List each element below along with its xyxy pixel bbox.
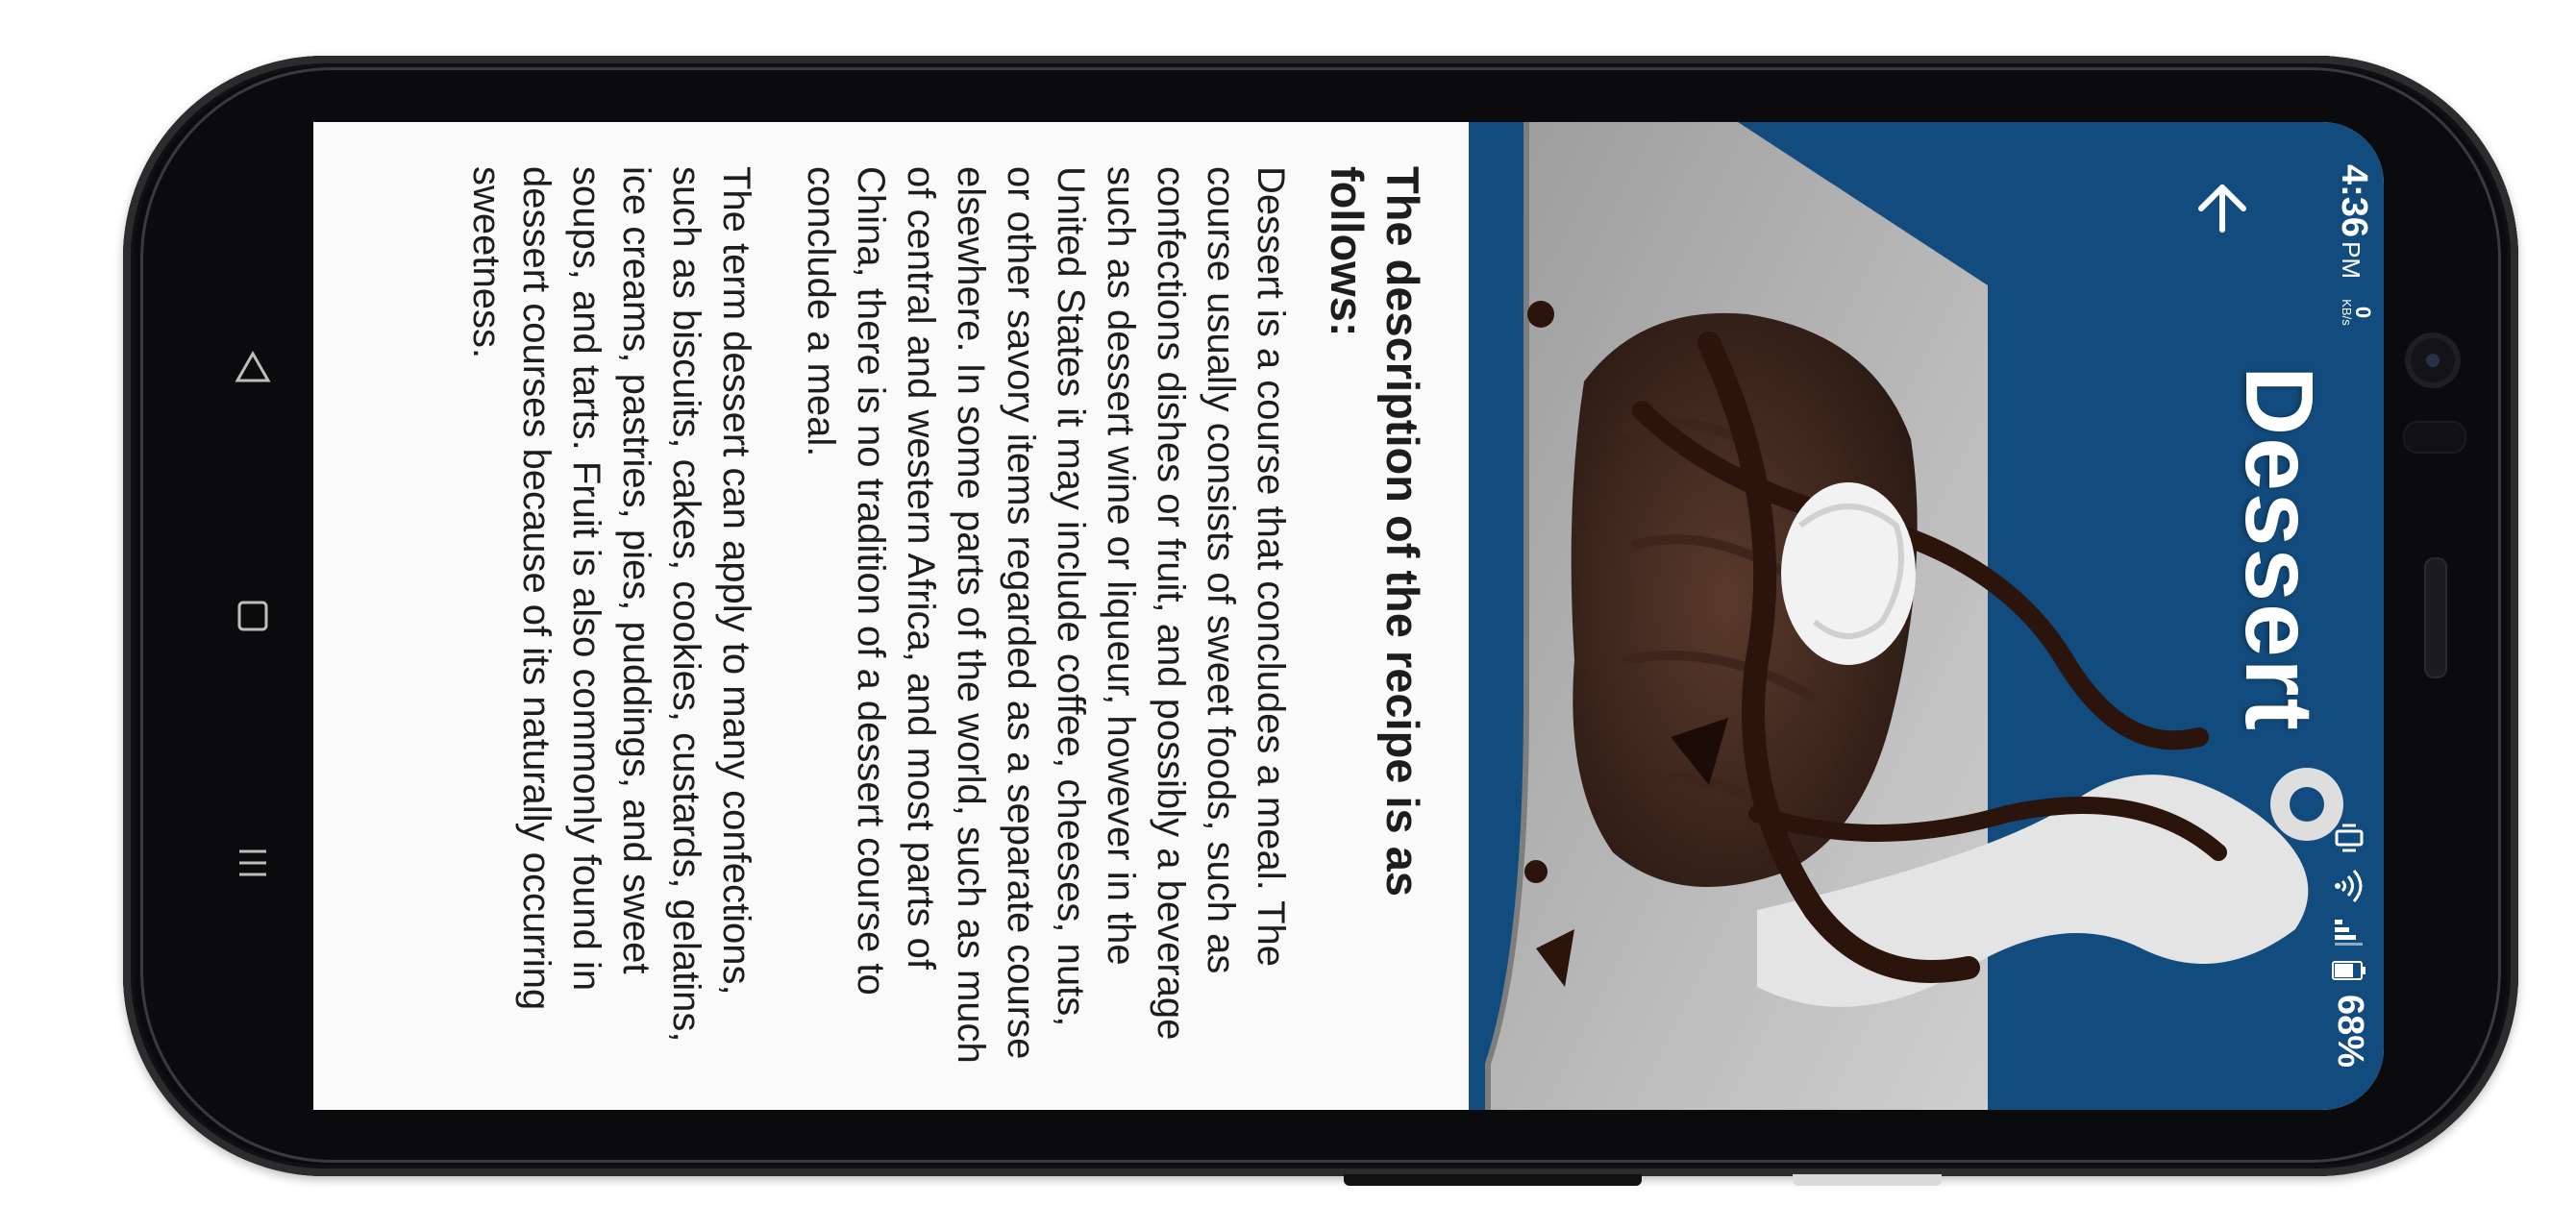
description-paragraph: The term dessert can apply to many confe…	[465, 166, 757, 1043]
power-button	[1793, 1174, 1942, 1186]
description-panel[interactable]: The description of the recipe is as foll…	[313, 122, 1469, 1110]
status-net-unit: KB/s	[2340, 299, 2354, 326]
front-camera	[2405, 332, 2461, 388]
description-heading: The description of the recipe is as foll…	[1322, 166, 1428, 898]
home-icon	[237, 601, 268, 631]
wifi-icon	[2335, 869, 2363, 902]
nav-home-button[interactable]	[224, 587, 282, 645]
vibrate-icon	[2336, 824, 2364, 852]
signal-icon	[2335, 919, 2364, 946]
description-paragraph: Dessert is a course that concludes a mea…	[800, 166, 1292, 1064]
back-triangle-icon	[235, 350, 271, 382]
hero-header: 4:36PM 0 KB/s 68% Dessert	[1469, 122, 2384, 1110]
arrow-back-icon	[2198, 184, 2246, 233]
description-content: The description of the recipe is as foll…	[313, 122, 1469, 1110]
nav-back-button[interactable]	[224, 338, 282, 396]
recents-icon	[239, 849, 266, 876]
speaker-grille	[2424, 557, 2447, 678]
battery-icon	[2332, 960, 2366, 980]
status-network-speed: 0 KB/s	[2340, 293, 2375, 332]
page-title: Dessert	[2225, 366, 2333, 732]
status-time-ampm: PM	[2337, 241, 2365, 280]
battery-percent: 68%	[2330, 994, 2370, 1068]
status-time: 4:36PM	[2333, 164, 2374, 279]
volume-button	[1344, 1174, 1642, 1186]
status-time-value: 4:36	[2334, 164, 2374, 238]
nav-recents-button[interactable]	[224, 834, 282, 892]
hero-overlay: 4:36PM 0 KB/s 68% Dessert	[1469, 122, 2384, 1110]
screen: The description of the recipe is as foll…	[313, 122, 2384, 1110]
proximity-sensor	[2403, 421, 2466, 454]
status-net-value: 0	[2351, 306, 2375, 319]
back-button[interactable]	[2184, 170, 2261, 247]
status-icons: 68%	[2329, 822, 2370, 1068]
